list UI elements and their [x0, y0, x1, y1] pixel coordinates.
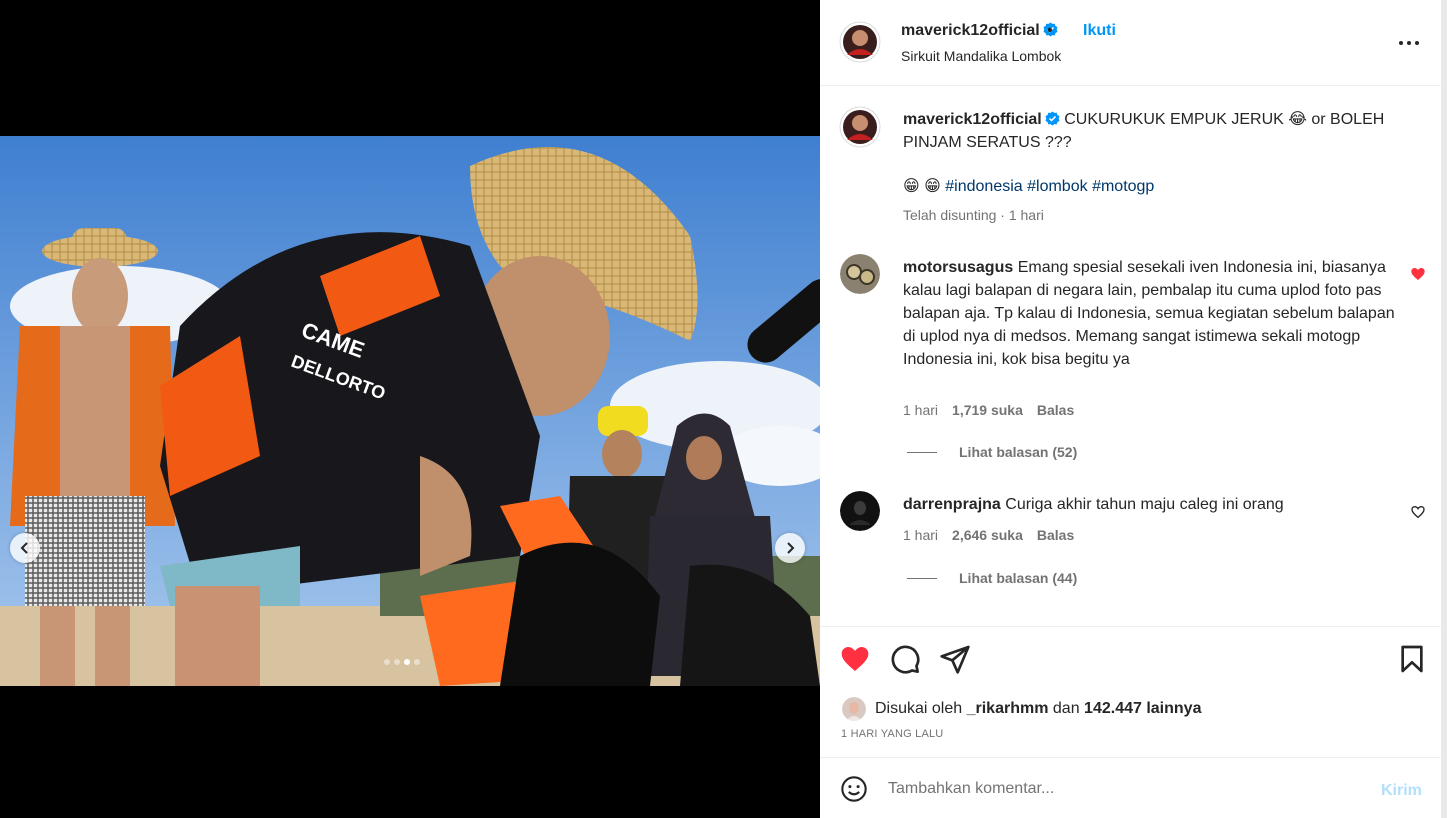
- hashtag-link[interactable]: #lombok: [1027, 178, 1087, 195]
- add-comment-bar: Kirim: [820, 757, 1441, 818]
- likes-count[interactable]: 142.447 lainnya: [1084, 700, 1201, 718]
- author-avatar[interactable]: [839, 21, 881, 63]
- liker-username[interactable]: _rikarhmm: [967, 700, 1049, 718]
- previous-photo-button[interactable]: [10, 533, 40, 563]
- post-details-panel: maverick12official • Ikuti Sirkuit Manda…: [820, 0, 1441, 818]
- share-icon[interactable]: [939, 643, 971, 675]
- comment-time[interactable]: 1 hari: [903, 527, 938, 543]
- caption-meta: Telah disunting · 1 hari: [903, 207, 1044, 223]
- comment-text: darrenprajna Curiga akhir tahun maju cal…: [903, 493, 1403, 516]
- header-separator: •: [1047, 22, 1053, 39]
- divider-line: [907, 577, 937, 579]
- post-timestamp[interactable]: 1 HARI YANG LALU: [841, 728, 943, 740]
- likes-prefix: Disukai oleh: [875, 700, 963, 717]
- next-photo-button[interactable]: [775, 533, 805, 563]
- post-photo[interactable]: CAME DELLORTO: [0, 136, 820, 686]
- author-username-text[interactable]: maverick12official: [901, 22, 1040, 39]
- commenter-avatar[interactable]: [840, 491, 880, 531]
- comment-meta: 1 hari 2,646 suka Balas: [903, 527, 1074, 543]
- carousel-indicator: [384, 659, 420, 665]
- comment-body: Curiga akhir tahun maju caleg ini orang: [1005, 496, 1284, 513]
- liker-avatar[interactable]: [842, 697, 866, 721]
- post-actions: Disukai oleh _rikarhmm dan 142.447 lainn…: [820, 626, 1441, 756]
- carousel-dot: [414, 659, 420, 665]
- reply-button[interactable]: Balas: [1037, 402, 1074, 418]
- view-replies-button[interactable]: Lihat balasan (44): [907, 570, 1077, 586]
- view-replies-label: Lihat balasan (52): [959, 444, 1078, 460]
- hashtag-link[interactable]: #indonesia: [945, 178, 1022, 195]
- photo-scene: CAME DELLORTO: [0, 136, 820, 686]
- instagram-post-window: CAME DELLORTO maverick12official • Ikuti…: [0, 0, 1447, 818]
- post-comment-button[interactable]: Kirim: [1381, 782, 1422, 800]
- carousel-dot: [384, 659, 390, 665]
- avatar-image: [842, 697, 866, 721]
- heart-icon[interactable]: [1410, 266, 1426, 282]
- view-replies-label: Lihat balasan (44): [959, 570, 1078, 586]
- media-panel: CAME DELLORTO: [0, 0, 820, 818]
- avatar-image: [840, 491, 880, 531]
- caption-username[interactable]: maverick12official: [903, 111, 1042, 128]
- divider-line: [907, 451, 937, 453]
- comment-text: motorsusagus Emang spesial sesekali iven…: [903, 256, 1403, 371]
- chevron-right-icon: [787, 542, 795, 554]
- hashtag-link[interactable]: #motogp: [1092, 178, 1154, 195]
- verified-icon: [1045, 111, 1060, 126]
- caption-avatar[interactable]: [839, 106, 881, 148]
- likes-summary: Disukai oleh _rikarhmm dan 142.447 lainn…: [842, 697, 1201, 721]
- commenter-avatar[interactable]: [840, 254, 880, 294]
- view-replies-button[interactable]: Lihat balasan (52): [907, 444, 1077, 460]
- more-options-button[interactable]: [1396, 30, 1422, 56]
- heart-icon[interactable]: [839, 643, 871, 675]
- comments-list[interactable]: maverick12official CUKURUKUK EMPUK JERUK…: [820, 86, 1441, 625]
- comment-icon[interactable]: [889, 643, 921, 675]
- post-header: maverick12official • Ikuti Sirkuit Manda…: [820, 0, 1441, 86]
- caption-emojis: 😁 😁: [903, 178, 941, 195]
- caption-text: maverick12official CUKURUKUK EMPUK JERUK…: [903, 108, 1403, 154]
- comment-meta: 1 hari 1,719 suka Balas: [903, 402, 1074, 418]
- page-scrollbar[interactable]: [1441, 0, 1447, 818]
- avatar-image: [840, 254, 880, 294]
- post-location[interactable]: Sirkuit Mandalika Lombok: [901, 48, 1061, 64]
- emoji-icon[interactable]: [840, 775, 868, 803]
- bookmark-icon[interactable]: [1396, 643, 1428, 675]
- author-username[interactable]: maverick12official: [901, 22, 1058, 40]
- comment-likes[interactable]: 2,646 suka: [952, 527, 1023, 543]
- comment-input[interactable]: [888, 776, 1368, 802]
- comment-username[interactable]: darrenprajna: [903, 496, 1001, 513]
- chevron-left-icon: [20, 542, 28, 554]
- avatar-image: [839, 21, 881, 63]
- comment-likes[interactable]: 1,719 suka: [952, 402, 1023, 418]
- comment-username[interactable]: motorsusagus: [903, 259, 1013, 276]
- likes-conjunction: dan: [1052, 700, 1080, 717]
- comment-time[interactable]: 1 hari: [903, 402, 938, 418]
- reply-button[interactable]: Balas: [1037, 527, 1074, 543]
- carousel-dot: [404, 659, 410, 665]
- more-options-icon: [1399, 41, 1419, 45]
- caption-hashtags: 😁 😁 #indonesia #lombok #motogp: [903, 175, 1154, 198]
- heart-outline-icon[interactable]: [1410, 504, 1426, 520]
- avatar-image: [839, 106, 881, 148]
- follow-button[interactable]: Ikuti: [1083, 22, 1116, 40]
- carousel-dot: [394, 659, 400, 665]
